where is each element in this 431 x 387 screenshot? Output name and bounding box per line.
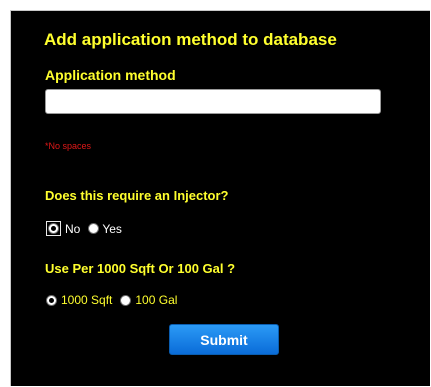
submit-button[interactable]: Submit [169, 324, 279, 355]
form-title: Add application method to database [44, 30, 337, 49]
application-method-label: Application method [45, 67, 176, 83]
usage-question: Use Per 1000 Sqft Or 100 Gal ? [45, 261, 236, 276]
injector-question: Does this require an Injector? [45, 188, 229, 203]
injector-no-radio[interactable] [48, 223, 59, 234]
injector-radio-group: No Yes [46, 221, 130, 236]
usage-100-gal-label[interactable]: 100 Gal [135, 293, 177, 307]
injector-yes-label[interactable]: Yes [102, 222, 122, 236]
injector-no-label[interactable]: No [65, 222, 80, 236]
form-panel: Add application method to database Appli… [10, 10, 430, 386]
no-spaces-hint: *No spaces [45, 141, 92, 151]
usage-1000-sqft-label[interactable]: 1000 Sqft [61, 293, 112, 307]
usage-100-gal-radio[interactable] [120, 294, 132, 306]
injector-no-focus-ring [46, 221, 61, 236]
application-method-input[interactable] [45, 89, 381, 114]
injector-yes-radio[interactable] [88, 223, 100, 234]
usage-radio-group: 1000 Sqft 100 Gal [46, 293, 185, 307]
usage-1000-sqft-radio[interactable] [46, 294, 57, 306]
